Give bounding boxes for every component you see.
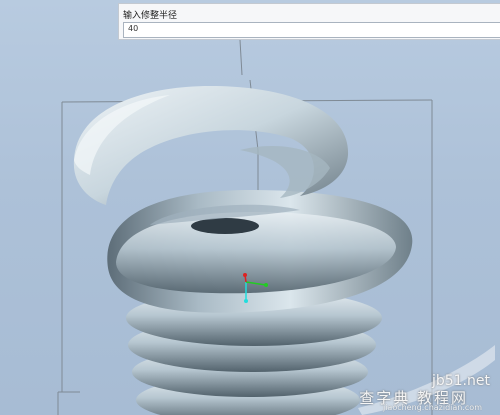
trim-radius-input[interactable]: 40 — [123, 22, 500, 38]
coil-middle — [107, 190, 413, 313]
model-viewport[interactable]: 输入修整半径 40 jb51.net 查字典 教程网 jiaocheng.cha… — [0, 0, 500, 415]
watermark: jb51.net 查字典 教程网 jiaocheng.chazidian.com — [356, 343, 496, 413]
watermark-url: jiaocheng.chazidian.com — [382, 403, 482, 412]
coil-top — [73, 86, 349, 205]
trim-radius-label: 输入修整半径 — [123, 11, 178, 21]
trim-radius-panel: 输入修整半径 40 — [118, 3, 500, 40]
